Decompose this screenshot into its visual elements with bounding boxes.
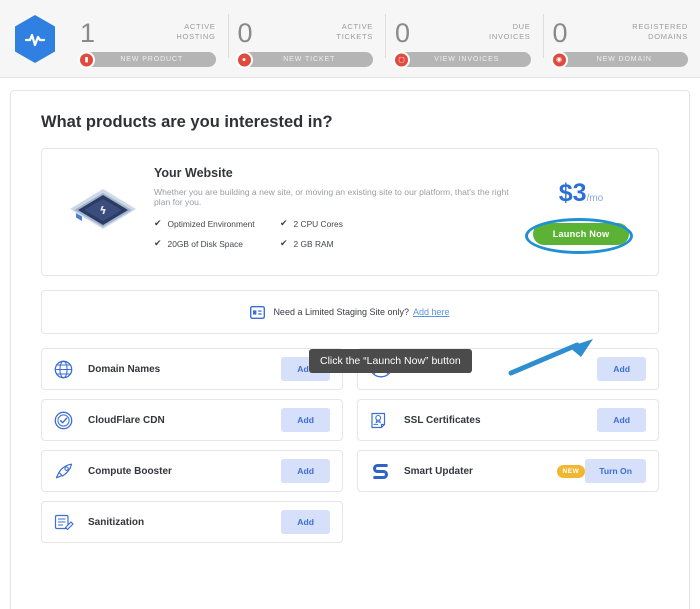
stat-label-line1: ACTIVE bbox=[341, 22, 373, 31]
stat-label-line1: REGISTERED bbox=[632, 22, 688, 31]
new-ticket-button[interactable]: ● NEW TICKET bbox=[235, 51, 373, 68]
product-row-sanitization[interactable]: Sanitization Add bbox=[41, 501, 343, 543]
product-label: Smart Updater bbox=[404, 465, 473, 477]
stat-label: ACTIVE TICKETS bbox=[336, 20, 373, 42]
staging-text: Need a Limited Staging Site only? bbox=[273, 307, 410, 317]
stat-label-line2: TICKETS bbox=[336, 32, 373, 41]
product-label: Sanitization bbox=[88, 516, 145, 528]
stat-label: REGISTERED DOMAINS bbox=[632, 20, 688, 42]
stat-active-tickets: 0 ACTIVE TICKETS ● NEW TICKET bbox=[227, 0, 386, 77]
certificate-icon bbox=[370, 411, 400, 430]
shopping-bag-icon: ▮ bbox=[78, 51, 95, 68]
annotation-tooltip: Click the “Launch Now” button bbox=[309, 349, 472, 373]
hexagon-pulse-logo-icon bbox=[15, 14, 55, 63]
stat-button-label: VIEW INVOICES bbox=[434, 56, 500, 63]
card-title: Your Website bbox=[154, 166, 233, 180]
price-period: /mo bbox=[586, 193, 604, 204]
feature-item: ✔ 2 CPU Cores bbox=[280, 218, 406, 229]
feature-label: 2 CPU Cores bbox=[293, 218, 343, 229]
staging-site-icon bbox=[250, 305, 266, 319]
product-row-domain-names[interactable]: Domain Names Add bbox=[41, 348, 343, 390]
product-row-ssl-certificates[interactable]: SSL Certificates Add bbox=[357, 399, 659, 441]
product-label: Domain Names bbox=[88, 363, 161, 375]
add-cloudmail-button[interactable]: Add bbox=[597, 357, 646, 381]
top-stats-bar: 1 ACTIVE HOSTING ▮ NEW PRODUCT 0 ACTIVE … bbox=[0, 0, 700, 78]
stat-button-label: NEW TICKET bbox=[283, 56, 336, 63]
product-label: Compute Booster bbox=[88, 465, 172, 477]
add-sanitization-button[interactable]: Add bbox=[281, 510, 330, 534]
add-ssl-certificates-button[interactable]: Add bbox=[597, 408, 646, 432]
staging-add-here-link[interactable]: Add here bbox=[413, 307, 450, 317]
chat-bubble-icon: ● bbox=[235, 51, 253, 68]
your-website-card: ϟ Your Website Whether you are building … bbox=[41, 148, 659, 276]
stat-value: 0 bbox=[395, 18, 411, 48]
sanitization-icon bbox=[54, 513, 84, 532]
product-column-left: Domain Names Add CloudFlare CDN Add Comp… bbox=[41, 348, 343, 543]
stat-label-line1: ACTIVE bbox=[184, 22, 216, 31]
stat-active-hosting: 1 ACTIVE HOSTING ▮ NEW PRODUCT bbox=[70, 0, 228, 77]
stat-label: ACTIVE HOSTING bbox=[176, 20, 215, 42]
feature-item: ✔ 20GB of Disk Space bbox=[154, 238, 280, 249]
card-description: Whether you are building a new site, or … bbox=[154, 187, 509, 207]
stat-value: 0 bbox=[552, 18, 569, 48]
feature-item: ✔ Optimized Environment bbox=[154, 218, 280, 229]
feature-label: 20GB of Disk Space bbox=[167, 238, 243, 249]
product-label: CloudFlare CDN bbox=[88, 414, 165, 426]
new-badge: NEW bbox=[556, 464, 586, 478]
stat-label: DUE INVOICES bbox=[489, 20, 530, 42]
new-domain-button[interactable]: ◉ NEW DOMAIN bbox=[550, 51, 688, 68]
add-cloudflare-cdn-button[interactable]: Add bbox=[281, 408, 330, 432]
stats-list: 1 ACTIVE HOSTING ▮ NEW PRODUCT 0 ACTIVE … bbox=[70, 0, 700, 77]
brand-logo[interactable] bbox=[0, 14, 70, 64]
product-grid: Domain Names Add CloudFlare CDN Add Comp… bbox=[41, 348, 659, 543]
turn-on-smart-updater-button[interactable]: Turn On bbox=[585, 459, 646, 483]
stat-label-line1: DUE bbox=[512, 22, 531, 31]
price-amount: $3 bbox=[558, 179, 587, 207]
invoice-icon: ▢ bbox=[393, 51, 410, 68]
view-invoices-button[interactable]: ▢ VIEW INVOICES bbox=[393, 51, 531, 68]
product-label: SSL Certificates bbox=[404, 414, 481, 426]
server-chip-icon: ϟ bbox=[60, 183, 146, 241]
product-row-cloudflare-cdn[interactable]: CloudFlare CDN Add bbox=[41, 399, 343, 441]
stat-due-invoices: 0 DUE INVOICES ▢ VIEW INVOICES bbox=[385, 0, 543, 77]
feature-item: ✔ 2 GB RAM bbox=[280, 238, 406, 249]
staging-site-row: Need a Limited Staging Site only? Add he… bbox=[41, 290, 659, 334]
feature-list: ✔ Optimized Environment ✔ 2 CPU Cores ✔ … bbox=[154, 218, 414, 258]
launch-now-wrapper: Launch Now bbox=[524, 218, 633, 254]
product-column-right: CloudMail Add SSL Certificates Add bbox=[357, 348, 659, 543]
stat-label-line2: HOSTING bbox=[176, 32, 216, 41]
page-title: What products are you interested in? bbox=[41, 113, 333, 131]
stat-button-label: NEW PRODUCT bbox=[120, 56, 184, 63]
stat-value: 0 bbox=[237, 18, 254, 48]
your-website-details: Your Website Whether you are building a … bbox=[146, 166, 522, 258]
price-display: $3/mo bbox=[522, 179, 640, 213]
globe-icon bbox=[54, 360, 84, 379]
stat-button-label: NEW DOMAIN bbox=[596, 56, 652, 63]
stat-label-line2: DOMAINS bbox=[648, 32, 688, 41]
check-icon: ✔ bbox=[280, 218, 288, 228]
globe-dot-icon: ◉ bbox=[550, 51, 568, 68]
product-row-compute-booster[interactable]: Compute Booster Add bbox=[41, 450, 343, 492]
add-compute-booster-button[interactable]: Add bbox=[281, 459, 330, 483]
smart-updater-icon bbox=[370, 461, 400, 482]
check-icon: ✔ bbox=[154, 218, 162, 228]
feature-label: Optimized Environment bbox=[167, 218, 255, 229]
main-content-panel: What products are you interested in? ϟ Y… bbox=[10, 90, 690, 609]
stat-registered-domains: 0 REGISTERED DOMAINS ◉ NEW DOMAIN bbox=[542, 0, 700, 77]
rocket-icon bbox=[54, 462, 84, 481]
new-product-button[interactable]: ▮ NEW PRODUCT bbox=[78, 51, 216, 68]
svg-text:ϟ: ϟ bbox=[99, 204, 106, 217]
feature-label: 2 GB RAM bbox=[293, 238, 334, 249]
pricing-and-cta: $3/mo Launch Now bbox=[522, 179, 640, 254]
stat-value: 1 bbox=[80, 18, 96, 48]
check-icon: ✔ bbox=[280, 238, 288, 248]
cloudflare-check-icon bbox=[54, 411, 84, 430]
stat-label-line2: INVOICES bbox=[489, 32, 531, 41]
product-row-smart-updater[interactable]: Smart Updater NEW Turn On bbox=[357, 450, 659, 492]
check-icon: ✔ bbox=[154, 238, 162, 248]
launch-now-button[interactable]: Launch Now bbox=[532, 223, 630, 245]
